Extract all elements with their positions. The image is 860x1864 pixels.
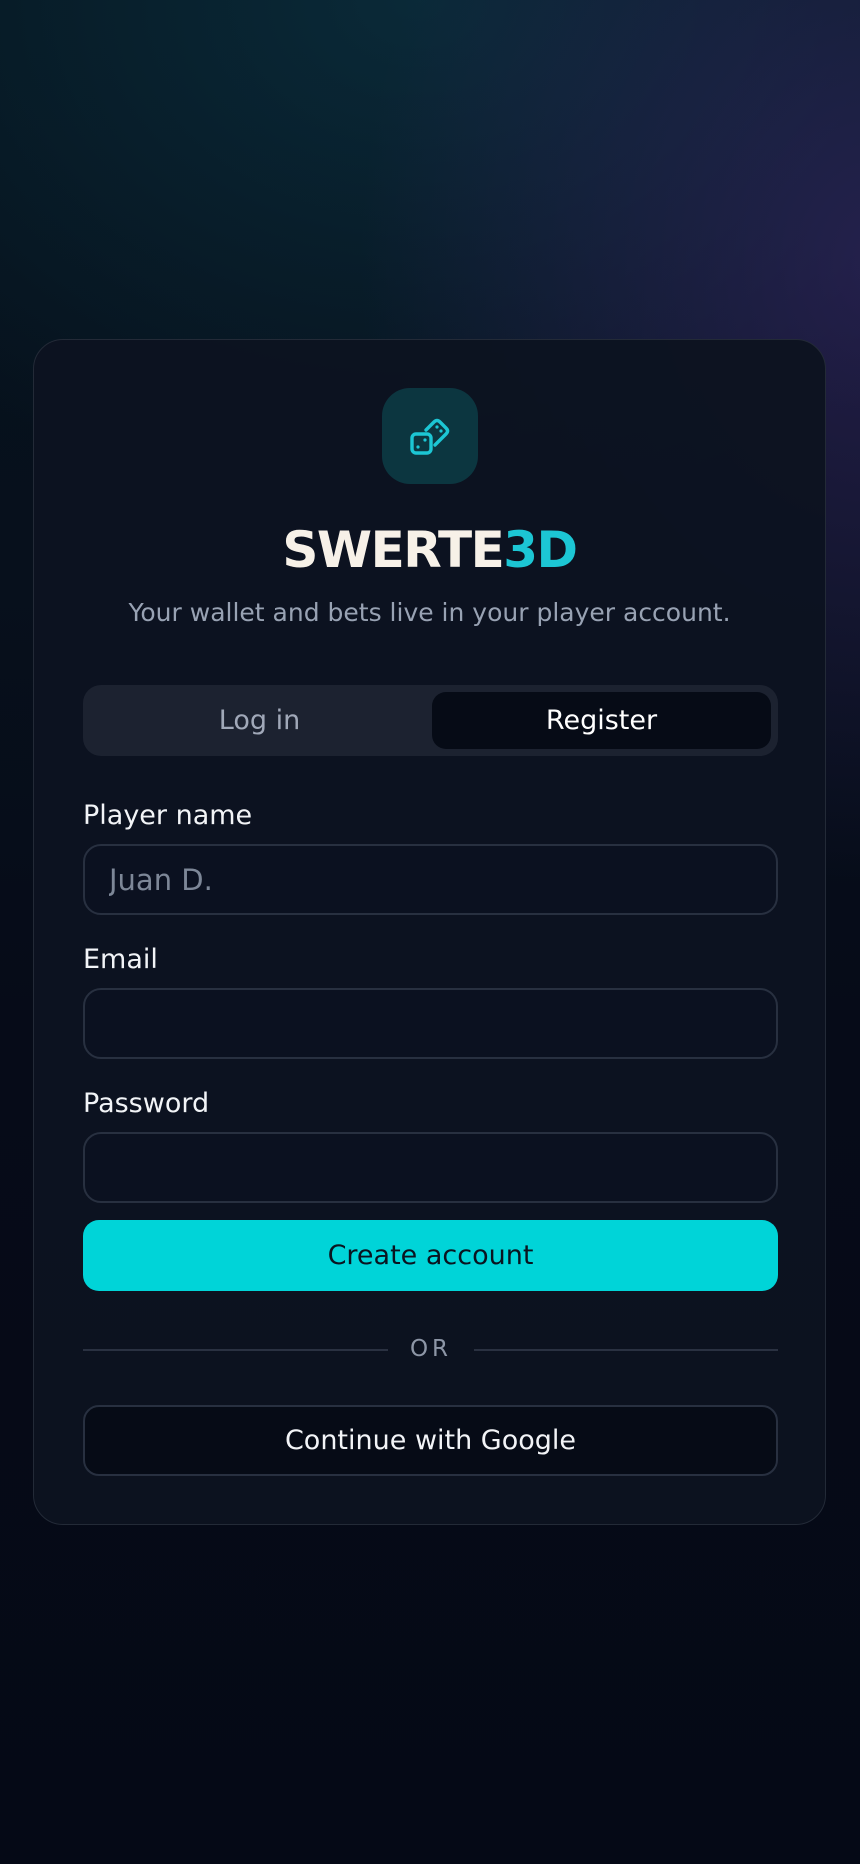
auth-card: SWERTE3D Your wallet and bets live in yo… — [33, 339, 826, 1525]
tagline: Your wallet and bets live in your player… — [128, 598, 731, 627]
create-account-button[interactable]: Create account — [83, 1220, 778, 1291]
player-name-label: Player name — [83, 800, 253, 831]
email-label: Email — [83, 944, 158, 975]
dice-icon — [410, 418, 450, 455]
divider-line-right — [474, 1349, 778, 1351]
brand-name-accent: 3D — [503, 521, 578, 579]
auth-tabs: Log in Register — [83, 685, 778, 756]
tab-register[interactable]: Register — [432, 692, 771, 749]
divider-or-text: OR — [409, 1336, 453, 1362]
password-input[interactable] — [83, 1132, 778, 1203]
tab-login[interactable]: Log in — [90, 692, 429, 749]
continue-with-google-button[interactable]: Continue with Google — [83, 1405, 778, 1476]
player-name-input[interactable] — [83, 844, 778, 915]
brand-name-primary: SWERTE — [282, 521, 504, 579]
divider-line-left — [83, 1349, 388, 1351]
logo-tile — [382, 388, 478, 484]
email-input[interactable] — [83, 988, 778, 1059]
password-label: Password — [83, 1088, 210, 1119]
brand-wordmark: SWERTE3D — [34, 520, 825, 580]
